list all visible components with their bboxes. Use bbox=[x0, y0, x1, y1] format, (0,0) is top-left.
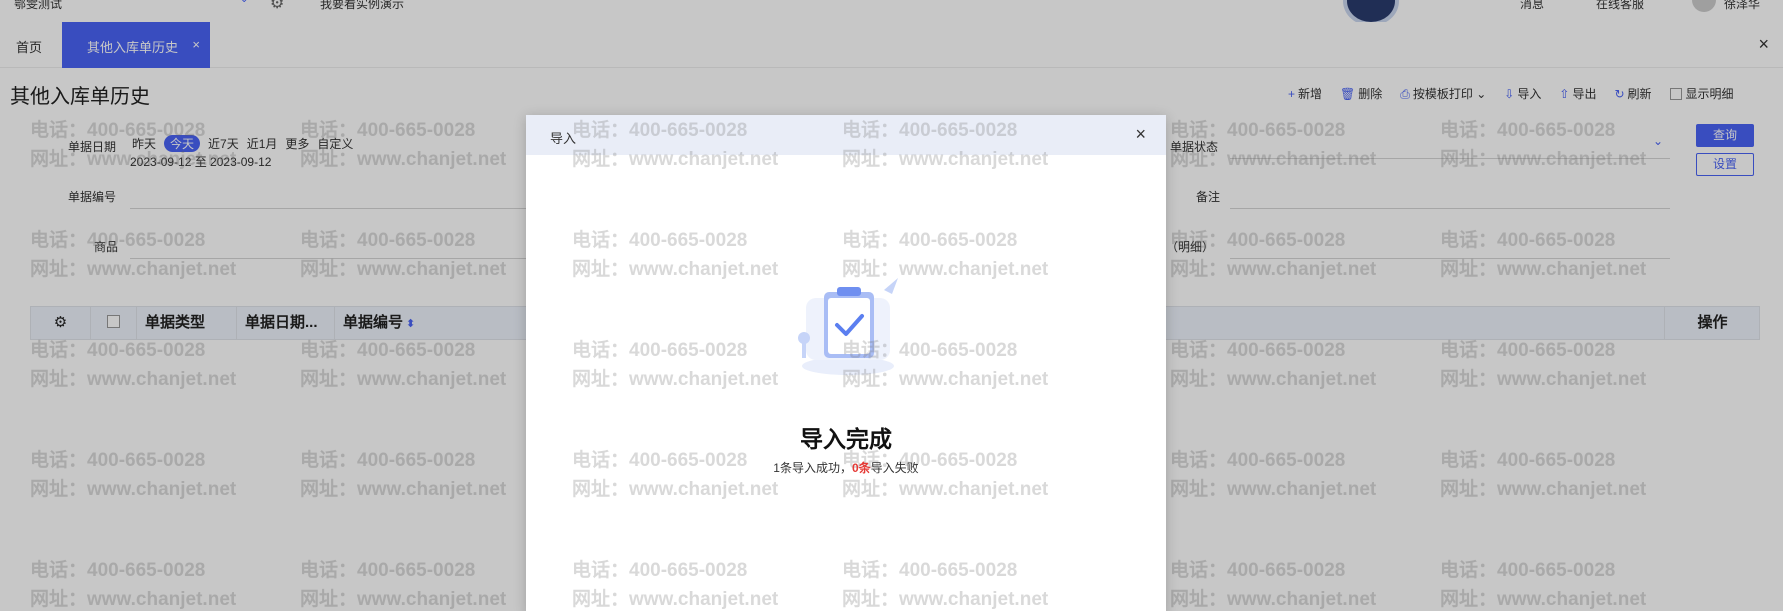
watermark: 电话：400-665-0028 网址：www.chanjet.net bbox=[572, 340, 779, 390]
result-message: 1条导入成功，0条导入失败 bbox=[526, 459, 1166, 476]
import-dialog: 导入 × 电话：400-665-0028 网址：www.chanjet.net 电… bbox=[526, 115, 1166, 611]
import-complete-illustration bbox=[798, 278, 898, 375]
result-title: 导入完成 bbox=[800, 426, 892, 452]
dialog-header: 导入 × bbox=[526, 115, 1166, 155]
watermark: 电话：400-665-0028 网址：www.chanjet.net bbox=[572, 230, 779, 280]
close-icon[interactable]: × bbox=[1135, 124, 1146, 145]
dialog-title: 导入 bbox=[550, 131, 577, 146]
fail-count: 0条 bbox=[851, 461, 871, 475]
watermark: 电话：400-665-0028 网址：www.chanjet.net bbox=[842, 560, 1049, 610]
fail-text: 导入失败 bbox=[870, 461, 919, 475]
success-text: 1条导入成功， bbox=[773, 461, 852, 475]
watermark: 电话：400-665-0028 网址：www.chanjet.net bbox=[572, 560, 779, 610]
